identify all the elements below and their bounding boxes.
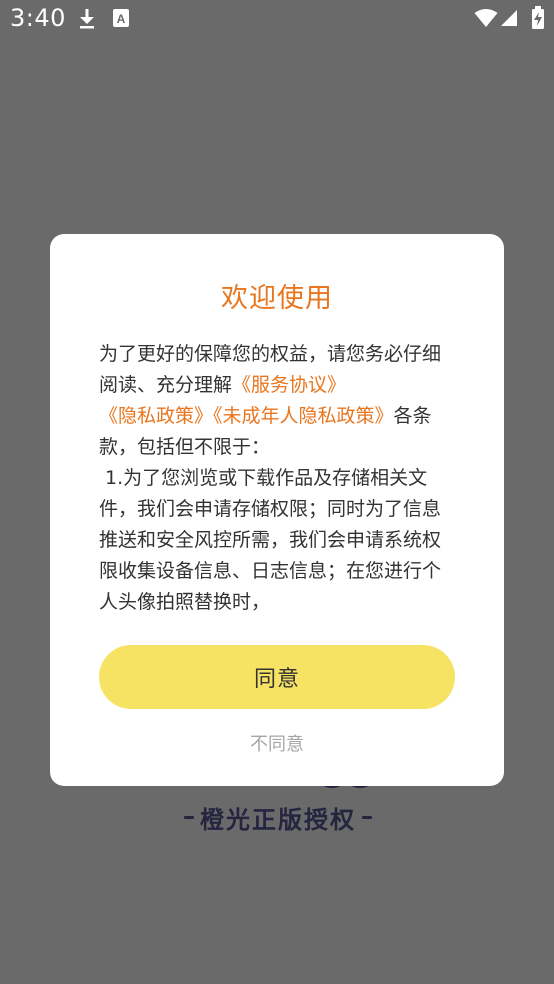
svg-text:A: A: [117, 12, 126, 26]
status-bar: 3:40 A: [0, 0, 554, 38]
download-icon: [78, 8, 96, 34]
brand-dash-left: [184, 815, 194, 819]
welcome-dialog: 欢迎使用 为了更好的保障您的权益，请您务必仔细阅读、充分理解《服务协议》《隐私政…: [50, 234, 504, 786]
brand-dash-right: [362, 815, 372, 819]
font-icon: A: [112, 8, 130, 32]
signal-icon: [500, 9, 518, 31]
agree-button[interactable]: 同意: [99, 645, 455, 709]
wifi-icon: [474, 8, 498, 32]
brand-text: 橙光正版授权: [200, 805, 356, 834]
disagree-button[interactable]: 不同意: [50, 730, 504, 756]
minor-privacy-policy-link[interactable]: 《未成年人隐私政策》: [213, 405, 394, 427]
battery-icon: [531, 6, 545, 34]
dialog-body[interactable]: 为了更好的保障您的权益，请您务必仔细阅读、充分理解《服务协议》《隐私政策》《未成…: [99, 339, 447, 617]
dialog-title: 欢迎使用: [221, 283, 333, 314]
brand-authorization: 橙光正版授权: [168, 800, 388, 834]
body-terms-text: 各条款，包括但不限于： 1.为了您浏览或下载作品及存储相关文件，我们会申请存储权…: [99, 405, 442, 613]
privacy-policy-link[interactable]: 《隐私政策》: [99, 405, 213, 427]
service-agreement-link[interactable]: 《服务协议》: [232, 374, 346, 396]
status-time: 3:40: [10, 4, 66, 32]
